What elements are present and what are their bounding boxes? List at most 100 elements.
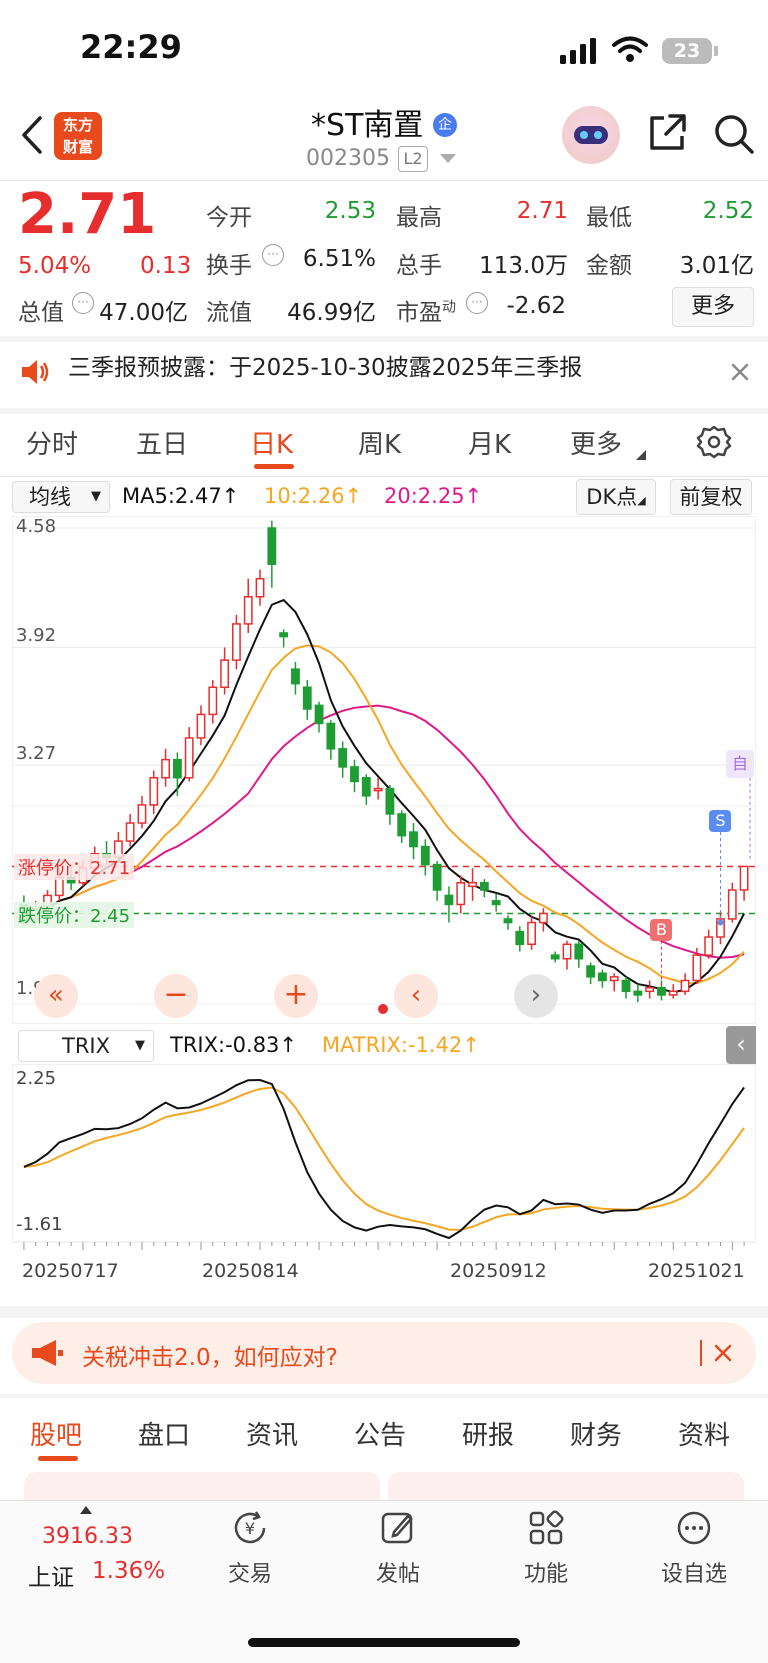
tab-intraday[interactable]: 分时 bbox=[26, 424, 78, 461]
speaker-icon bbox=[22, 360, 49, 384]
low-label: 最低 bbox=[586, 205, 632, 231]
candle-body bbox=[43, 894, 52, 909]
ma5-label: MA5:2.47↑ bbox=[122, 484, 240, 508]
tab-weekly-k[interactable]: 周K bbox=[358, 424, 401, 461]
index-value[interactable]: 3916.33 bbox=[42, 1524, 133, 1549]
change-percent: 5.04% bbox=[18, 253, 92, 279]
turnover-label: 换手 bbox=[206, 253, 252, 279]
nav-add-watchlist[interactable]: 设自选 bbox=[634, 1508, 754, 1588]
nav-functions[interactable]: 功能 bbox=[486, 1508, 606, 1588]
edit-icon bbox=[381, 1512, 413, 1544]
candle-body bbox=[598, 972, 607, 982]
tab-news[interactable]: 资讯 bbox=[246, 1415, 298, 1452]
collapse-panel-button[interactable]: ‹ bbox=[726, 1026, 756, 1064]
candle-body bbox=[102, 853, 111, 859]
promo-text[interactable]: 关税冲击2.0，如何应对? bbox=[82, 1338, 338, 1372]
candle-body bbox=[739, 865, 749, 891]
candle-body bbox=[444, 894, 454, 906]
assistant-avatar-icon[interactable] bbox=[562, 106, 620, 164]
nav-post[interactable]: 发帖 bbox=[338, 1508, 458, 1588]
tab-financials[interactable]: 财务 bbox=[570, 1415, 622, 1452]
gear-icon[interactable] bbox=[696, 424, 732, 460]
volume-label: 总手 bbox=[396, 253, 442, 279]
candle-body bbox=[184, 737, 194, 779]
candle-body bbox=[550, 954, 560, 960]
adjust-button[interactable]: 前复权 bbox=[670, 479, 752, 515]
trix-chart[interactable] bbox=[12, 1064, 756, 1306]
kline-chart[interactable] bbox=[12, 516, 756, 1024]
change-amount: 0.13 bbox=[140, 253, 192, 279]
header-divider bbox=[0, 180, 768, 181]
info-icon[interactable]: ··· bbox=[466, 292, 488, 314]
caret-up-icon bbox=[80, 1506, 92, 1514]
info-icon[interactable]: ··· bbox=[262, 244, 284, 266]
float-label: 流值 bbox=[206, 300, 252, 326]
home-indicator bbox=[248, 1638, 520, 1647]
section-gap bbox=[0, 1306, 768, 1318]
amount-value: 3.01亿 bbox=[679, 253, 754, 279]
tab-five-day[interactable]: 五日 bbox=[136, 424, 188, 461]
candle-body bbox=[326, 722, 336, 750]
index-change[interactable]: 1.36% bbox=[92, 1558, 165, 1584]
candle-body bbox=[279, 632, 289, 638]
more-quote-button[interactable]: 更多 bbox=[672, 287, 754, 327]
candle-body bbox=[90, 853, 100, 870]
close-icon[interactable] bbox=[730, 362, 750, 382]
tab-research[interactable]: 研报 bbox=[462, 1415, 514, 1452]
candle-body bbox=[338, 748, 348, 768]
candle-body bbox=[208, 686, 218, 716]
low-value: 2.52 bbox=[702, 198, 754, 224]
tab-pankou[interactable]: 盘口 bbox=[138, 1415, 190, 1452]
nav-trade-label: 交易 bbox=[227, 1562, 272, 1587]
zoom-in-button[interactable]: + bbox=[274, 974, 318, 1018]
scroll-left-button[interactable]: ‹ bbox=[394, 974, 438, 1018]
candle-body bbox=[668, 990, 678, 996]
trix-label: TRIX:-0.83↑ bbox=[170, 1033, 298, 1057]
dk-point-button[interactable]: DK点◢ bbox=[576, 479, 656, 515]
candle-body bbox=[220, 659, 230, 689]
candle-body bbox=[456, 881, 466, 906]
close-icon[interactable] bbox=[714, 1344, 732, 1362]
candle-body bbox=[586, 965, 596, 978]
index-name[interactable]: 上证 bbox=[28, 1558, 74, 1592]
candle-body bbox=[66, 876, 76, 884]
battery-cap bbox=[714, 46, 718, 56]
candle-body bbox=[397, 813, 407, 837]
tab-profile[interactable]: 资料 bbox=[678, 1415, 730, 1452]
pe-label: 市盈动 bbox=[396, 299, 456, 326]
candle-body bbox=[727, 889, 737, 920]
candle-body bbox=[385, 787, 395, 815]
share-icon[interactable] bbox=[646, 112, 688, 154]
candle-body bbox=[409, 831, 418, 848]
candle-body bbox=[54, 876, 64, 897]
signal-icon bbox=[560, 38, 596, 64]
candle-body bbox=[291, 668, 300, 685]
search-icon[interactable] bbox=[712, 112, 756, 156]
tab-monthly-k[interactable]: 月K bbox=[468, 424, 511, 461]
info-icon[interactable]: ··· bbox=[72, 292, 94, 314]
zoom-out-button[interactable]: − bbox=[154, 974, 198, 1018]
scroll-right-button[interactable]: › bbox=[514, 974, 558, 1018]
ma-selector[interactable]: 均线 ▼ bbox=[12, 481, 110, 513]
zoom-far-left-button[interactable]: « bbox=[34, 974, 78, 1018]
candle-body bbox=[527, 921, 536, 946]
candle-body bbox=[196, 713, 206, 739]
high-value: 2.71 bbox=[516, 198, 568, 224]
tab-daily-k[interactable]: 日K bbox=[250, 424, 293, 461]
notice-text[interactable]: 三季报预披露：于2025-10-30披露2025年三季报 bbox=[68, 348, 582, 382]
candle-body bbox=[538, 912, 548, 924]
candle-body bbox=[149, 777, 159, 806]
candle-body bbox=[19, 903, 29, 924]
tab-guba[interactable]: 股吧 bbox=[30, 1415, 82, 1452]
indicator-selector[interactable]: TRIX ▼ bbox=[18, 1030, 154, 1062]
tab-more[interactable]: 更多 bbox=[570, 424, 622, 461]
nav-trade[interactable]: ¥ 交易 bbox=[190, 1508, 310, 1588]
tab-announcements[interactable]: 公告 bbox=[354, 1415, 406, 1452]
battery-icon: 23 bbox=[662, 38, 712, 64]
candle-body bbox=[172, 758, 182, 779]
chevron-down-icon[interactable] bbox=[440, 154, 456, 164]
level2-badge[interactable]: L2 bbox=[398, 146, 428, 172]
promo-divider bbox=[700, 1340, 702, 1366]
trade-icon: ¥ bbox=[234, 1511, 266, 1544]
candle-body bbox=[574, 943, 584, 960]
